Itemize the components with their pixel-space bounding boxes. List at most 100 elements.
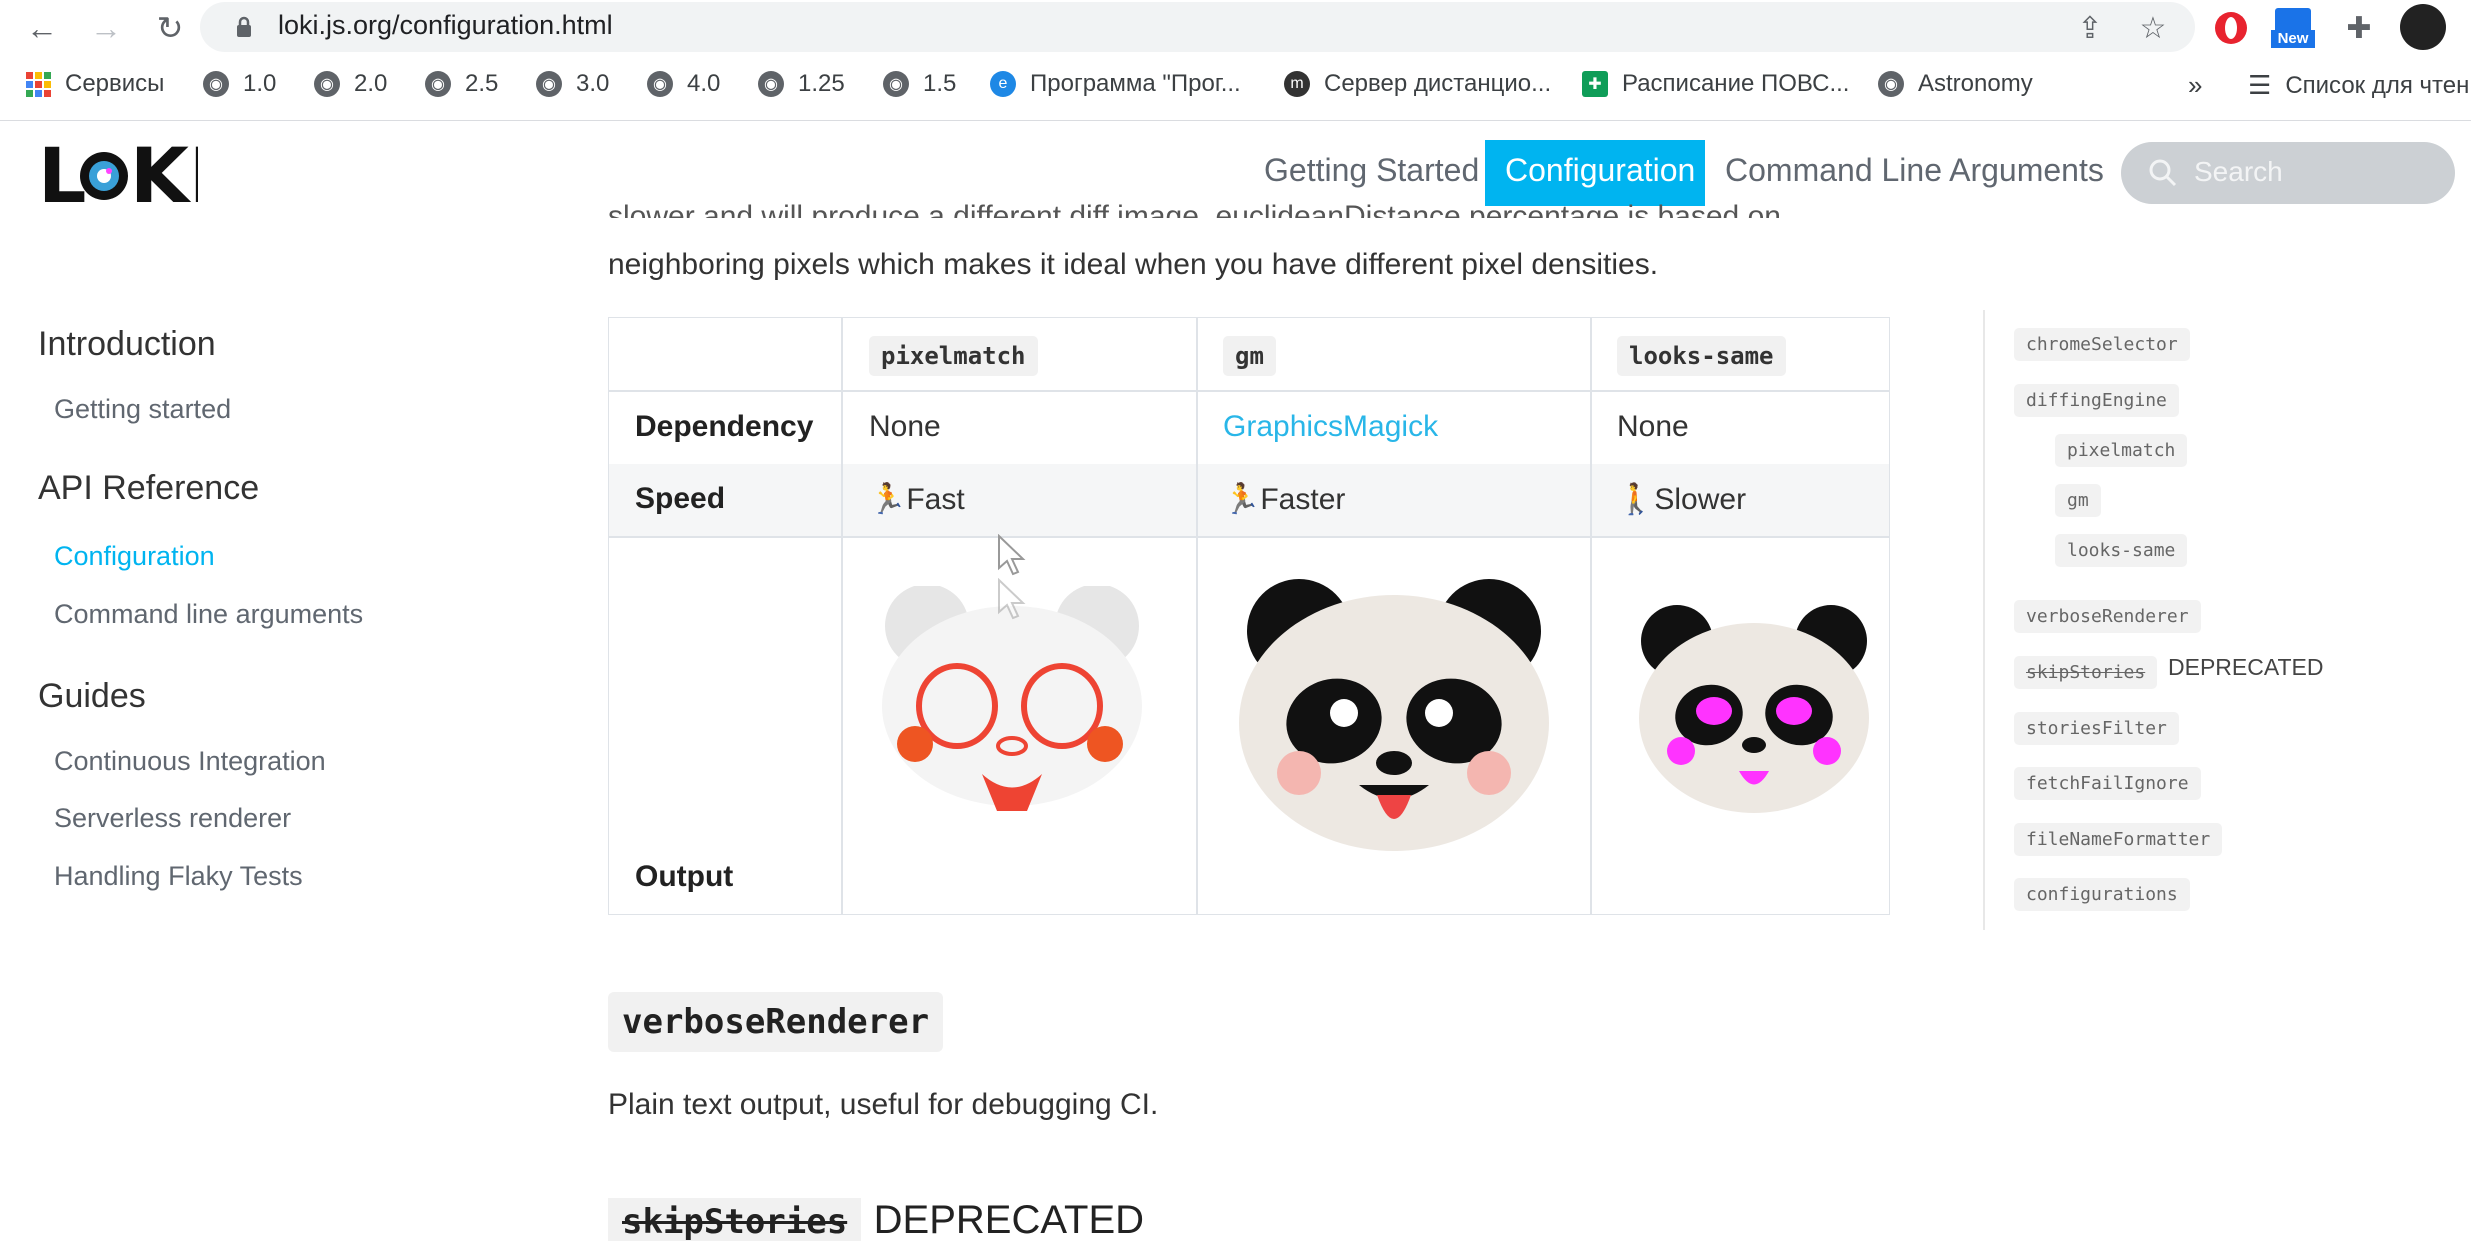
bookmark-programma[interactable]: e Программа "Прог...: [990, 70, 1241, 98]
back-icon[interactable]: ←: [20, 6, 64, 50]
bookmark-label: 2.0: [354, 70, 388, 97]
svg-text:KI: KI: [130, 136, 198, 210]
moodle-icon: m: [1284, 71, 1310, 97]
diffing-engine-table: pixelmatch gm looks-same Dependency None…: [608, 317, 1890, 915]
globe-icon: ◉: [883, 71, 909, 97]
lock-icon: [236, 16, 252, 37]
nav-command-line-arguments[interactable]: Command Line Arguments: [1725, 152, 2104, 189]
edge-icon: e: [990, 71, 1016, 97]
toc-configurations[interactable]: configurations: [2014, 878, 2190, 911]
bookmark-star-icon[interactable]: ☆: [2131, 6, 2175, 50]
toc-deprecated-label: DEPRECATED: [2168, 654, 2324, 680]
bookmark-label: 2.5: [465, 70, 499, 97]
column-header-pixelmatch: pixelmatch: [869, 336, 1038, 376]
new-badge: New: [2271, 30, 2315, 48]
toc-diffingEngine[interactable]: diffingEngine: [2014, 384, 2179, 417]
sidebar-item-getting-started[interactable]: Getting started: [54, 394, 231, 425]
url-text[interactable]: loki.js.org/configuration.html: [278, 10, 613, 41]
forward-icon[interactable]: →: [84, 6, 128, 50]
bookmark-label: Программа "Прог...: [1030, 70, 1241, 97]
toc-divider: [1983, 310, 1985, 930]
cursor-icon: [997, 533, 1027, 583]
walker-icon: 🚶: [1617, 483, 1655, 516]
row-label-speed: Speed: [635, 482, 726, 515]
cell-dependency-looks-same: None: [1617, 410, 1689, 443]
toc-looks-same[interactable]: looks-same: [2055, 534, 2188, 567]
toc-chromeSelector[interactable]: chromeSelector: [2014, 328, 2190, 361]
search-placeholder: Search: [2194, 156, 2283, 187]
cell-speed-gm: 🏃Faster: [1223, 483, 1346, 516]
bookmark-label: 1.0: [243, 70, 277, 97]
reload-icon[interactable]: ↻: [148, 6, 192, 50]
bookmark-label: Astronomy: [1918, 70, 2033, 97]
toc-pixelmatch[interactable]: pixelmatch: [2055, 434, 2188, 467]
sheets-icon: ✚: [1582, 71, 1608, 97]
apps-grid-icon: [26, 71, 51, 97]
deprecated-label: DEPRECATED: [873, 1198, 1145, 1241]
heading-skip-stories: skipStories DEPRECATED: [608, 1198, 1144, 1241]
globe-icon: ◉: [314, 71, 340, 97]
bookmark-label: 1.25: [798, 70, 845, 97]
sidebar-heading-introduction: Introduction: [38, 325, 216, 363]
cell-dependency-gm-link[interactable]: GraphicsMagick: [1223, 410, 1438, 444]
bookmarks-overflow-button[interactable]: »: [2188, 70, 2202, 101]
toc-fetchFailIgnore[interactable]: fetchFailIgnore: [2014, 767, 2201, 800]
sidebar-item-command-line-arguments[interactable]: Command line arguments: [54, 599, 363, 630]
bookmark-label: 3.0: [576, 70, 610, 97]
globe-icon: ◉: [536, 71, 562, 97]
bookmark-2-5[interactable]: ◉ 2.5: [425, 70, 498, 98]
bookmark-schedule[interactable]: ✚ Расписание ПОВС...: [1582, 70, 1849, 98]
toc-fileNameFormatter[interactable]: fileNameFormatter: [2014, 823, 2223, 856]
new-extension-icon[interactable]: New: [2271, 6, 2315, 50]
cell-speed-looks-same: 🚶Slower: [1617, 483, 1747, 516]
column-header-gm: gm: [1223, 336, 1276, 376]
puzzle-extensions-icon[interactable]: ✚: [2337, 6, 2381, 50]
share-icon[interactable]: ⇪: [2068, 6, 2112, 50]
nav-configuration[interactable]: Configuration: [1505, 152, 1695, 189]
sidebar-item-configuration[interactable]: Configuration: [54, 541, 215, 572]
globe-icon: ◉: [647, 71, 673, 97]
runner-icon: 🏃: [1223, 483, 1261, 516]
runner-icon: 🏃: [869, 483, 907, 516]
sidebar-item-handling-flaky-tests[interactable]: Handling Flaky Tests: [54, 861, 303, 892]
nav-getting-started[interactable]: Getting Started: [1264, 152, 1479, 189]
row-label-dependency: Dependency: [635, 410, 814, 443]
toc-verboseRenderer[interactable]: verboseRenderer: [2014, 600, 2201, 633]
loki-logo[interactable]: L KI: [38, 131, 217, 220]
sidebar-item-serverless-renderer[interactable]: Serverless renderer: [54, 803, 291, 834]
profile-avatar[interactable]: [2400, 4, 2446, 50]
reading-list-label: Список для чтен: [2285, 71, 2470, 99]
toc-gm[interactable]: gm: [2055, 484, 2101, 517]
paragraph-text: neighboring pixels which makes it ideal …: [608, 248, 1659, 281]
bookmark-label: 4.0: [687, 70, 721, 97]
globe-icon: ◉: [203, 71, 229, 97]
gm-output-image: [1239, 573, 1549, 858]
bookmark-4-0[interactable]: ◉ 4.0: [647, 70, 720, 98]
sidebar-heading-api-reference: API Reference: [38, 469, 260, 507]
bookmark-1-0[interactable]: ◉ 1.0: [203, 70, 276, 98]
bookmark-3-0[interactable]: ◉ 3.0: [536, 70, 609, 98]
globe-icon: ◉: [425, 71, 451, 97]
sidebar-item-continuous-integration[interactable]: Continuous Integration: [54, 746, 326, 777]
toc-skipStories[interactable]: skipStories: [2014, 656, 2158, 689]
bookmark-server[interactable]: m Сервер дистанцио...: [1284, 70, 1551, 98]
search-icon: [2148, 158, 2178, 193]
heading-verbose-renderer: verboseRenderer: [608, 992, 944, 1052]
bookmark-1-25[interactable]: ◉ 1.25: [758, 70, 845, 98]
bookmark-label: 1.5: [923, 70, 957, 97]
bookmarks-bar: Сервисы ◉ 1.0 ◉ 2.0 ◉ 2.5 ◉ 3.0 ◉ 4.0 ◉ 1.25 ◉…: [0, 58, 2471, 121]
looks-same-output-image: [1639, 603, 1869, 818]
opera-extension-icon[interactable]: [2209, 6, 2253, 50]
bookmark-astronomy[interactable]: ◉ Astronomy: [1878, 70, 2033, 98]
reading-list-button[interactable]: ☰ Список для чтен: [2248, 70, 2469, 101]
cursor-trail-icon: [997, 577, 1027, 627]
row-label-output: Output: [635, 860, 734, 893]
column-header-looks-same: looks-same: [1617, 336, 1786, 376]
bookmark-2-0[interactable]: ◉ 2.0: [314, 70, 387, 98]
bookmark-label: Сервер дистанцио...: [1324, 70, 1552, 97]
bookmark-services[interactable]: Сервисы: [26, 70, 164, 98]
toc-storiesFilter[interactable]: storiesFilter: [2014, 712, 2179, 745]
globe-icon: ◉: [758, 71, 784, 97]
reading-list-icon: ☰: [2248, 70, 2272, 100]
bookmark-1-5[interactable]: ◉ 1.5: [883, 70, 956, 98]
